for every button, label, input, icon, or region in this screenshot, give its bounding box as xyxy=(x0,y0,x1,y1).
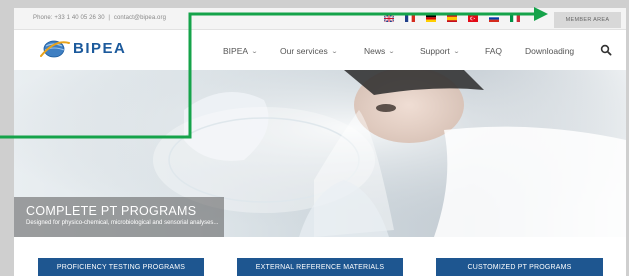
nav-item-label: Our services xyxy=(280,46,328,56)
chevron-down-icon: ⌄ xyxy=(330,48,338,55)
contact-separator: | xyxy=(108,15,111,21)
flag-de-icon[interactable] xyxy=(426,15,436,22)
flag-it-icon[interactable] xyxy=(510,15,520,22)
contact-email-link[interactable]: contact@bipea.org xyxy=(114,15,166,21)
nav-item-label: BIPEA xyxy=(223,46,249,56)
bipea-homepage: Phone: +33 1 40 05 26 30 | contact@bipea… xyxy=(14,8,626,276)
nav-item-bipea[interactable]: BIPEA ⌄ xyxy=(223,46,259,56)
nav-item-label: FAQ xyxy=(485,46,503,56)
main-nav: BIPEA ⌄ Our services ⌄ News ⌄ Support ⌄ … xyxy=(14,46,626,58)
nav-item-support[interactable]: Support ⌄ xyxy=(420,46,460,56)
hero-subtitle: Designed for physico-chemical, microbiol… xyxy=(26,220,219,226)
customized-pt-programs-button[interactable]: CUSTOMIZED PT PROGRAMS xyxy=(436,258,603,276)
flag-uk-icon[interactable] xyxy=(384,15,394,22)
top-bar: Phone: +33 1 40 05 26 30 | contact@bipea… xyxy=(14,8,626,30)
proficiency-testing-button[interactable]: PROFICIENCY TESTING PROGRAMS xyxy=(38,258,204,276)
chevron-down-icon: ⌄ xyxy=(452,48,460,55)
nav-item-our-services[interactable]: Our services ⌄ xyxy=(280,46,338,56)
flag-tr-icon[interactable] xyxy=(468,15,478,22)
flag-es-icon[interactable] xyxy=(447,15,457,22)
language-switcher xyxy=(384,15,520,22)
nav-item-faq[interactable]: FAQ xyxy=(485,46,502,56)
flag-ru-icon[interactable] xyxy=(489,15,499,22)
nav-item-label: Support xyxy=(420,46,450,56)
search-icon[interactable] xyxy=(600,44,612,56)
flag-fr-icon[interactable] xyxy=(405,15,415,22)
nav-item-label: Downloading xyxy=(525,46,575,56)
member-area-button[interactable]: MEMBER AREA xyxy=(554,12,621,28)
nav-item-downloading[interactable]: Downloading xyxy=(525,46,574,56)
external-reference-materials-button[interactable]: EXTERNAL REFERENCE MATERIALS xyxy=(237,258,403,276)
phone-number: Phone: +33 1 40 05 26 30 xyxy=(33,15,105,21)
hero-title: COMPLETE PT PROGRAMS xyxy=(26,204,197,218)
chevron-down-icon: ⌄ xyxy=(251,48,259,55)
nav-item-news[interactable]: News ⌄ xyxy=(364,46,396,56)
nav-item-label: News xyxy=(364,46,386,56)
contact-info: Phone: +33 1 40 05 26 30 | contact@bipea… xyxy=(33,15,166,21)
site-header: BIPEA BIPEA ⌄ Our services ⌄ News ⌄ Supp… xyxy=(14,31,626,71)
chevron-down-icon: ⌄ xyxy=(388,48,396,55)
